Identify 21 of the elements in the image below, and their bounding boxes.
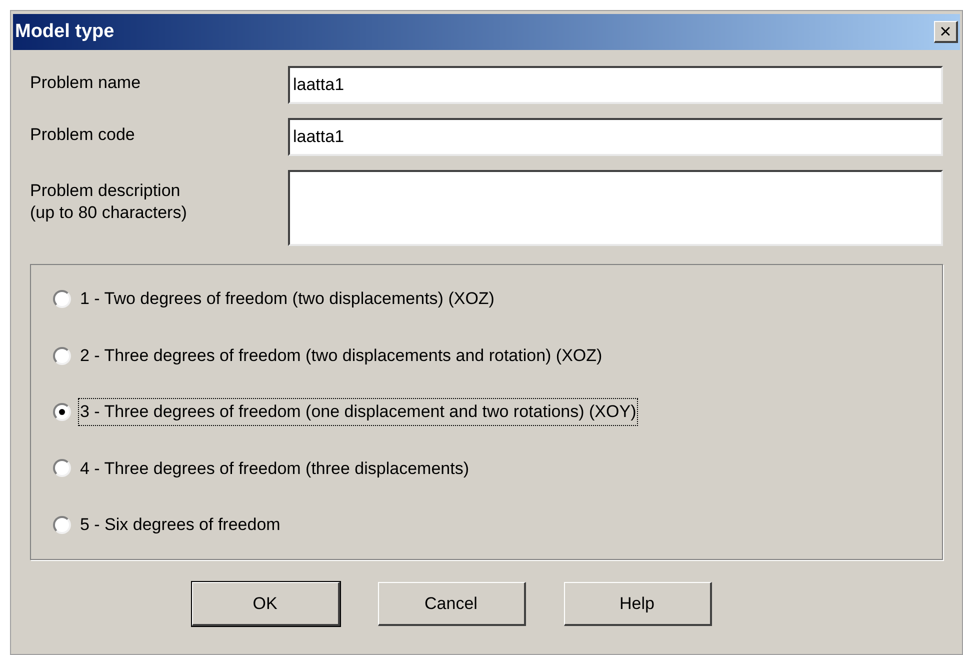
field-label: Problem description (up to 80 characters) xyxy=(30,180,188,224)
radio-button[interactable] xyxy=(53,402,71,421)
dialog-button[interactable]: Cancel xyxy=(378,582,526,626)
field-label: Problem name xyxy=(30,72,142,94)
close-button[interactable]: × xyxy=(934,21,958,43)
option-label[interactable]: 4 - Three degrees of freedom (three displacements) xyxy=(79,456,470,482)
window-title: Model type xyxy=(15,20,114,44)
option-label[interactable]: 1 - Two degrees of freedom (two displacements) (XOZ) xyxy=(79,286,496,312)
radio-button[interactable] xyxy=(53,459,71,478)
field-label: Problem code xyxy=(30,124,136,146)
description-field[interactable] xyxy=(288,170,943,246)
option-label[interactable]: 5 - Six degrees of freedom xyxy=(79,512,282,538)
radio-button[interactable] xyxy=(53,290,71,308)
option-label[interactable]: 2 - Three degrees of freedom (two displacements and rotation) (XOZ) xyxy=(79,342,604,368)
text-field[interactable]: laatta1 xyxy=(288,66,943,104)
dialog-button[interactable]: OK xyxy=(192,582,340,626)
radio-button[interactable] xyxy=(53,516,71,534)
text-field[interactable]: laatta1 xyxy=(288,118,943,156)
dialog-button[interactable]: Help xyxy=(564,582,712,626)
radio-button[interactable] xyxy=(53,346,71,365)
option-label[interactable]: 3 - Three degrees of freedom (one displacement and two rotations) (XOY) xyxy=(79,399,638,425)
